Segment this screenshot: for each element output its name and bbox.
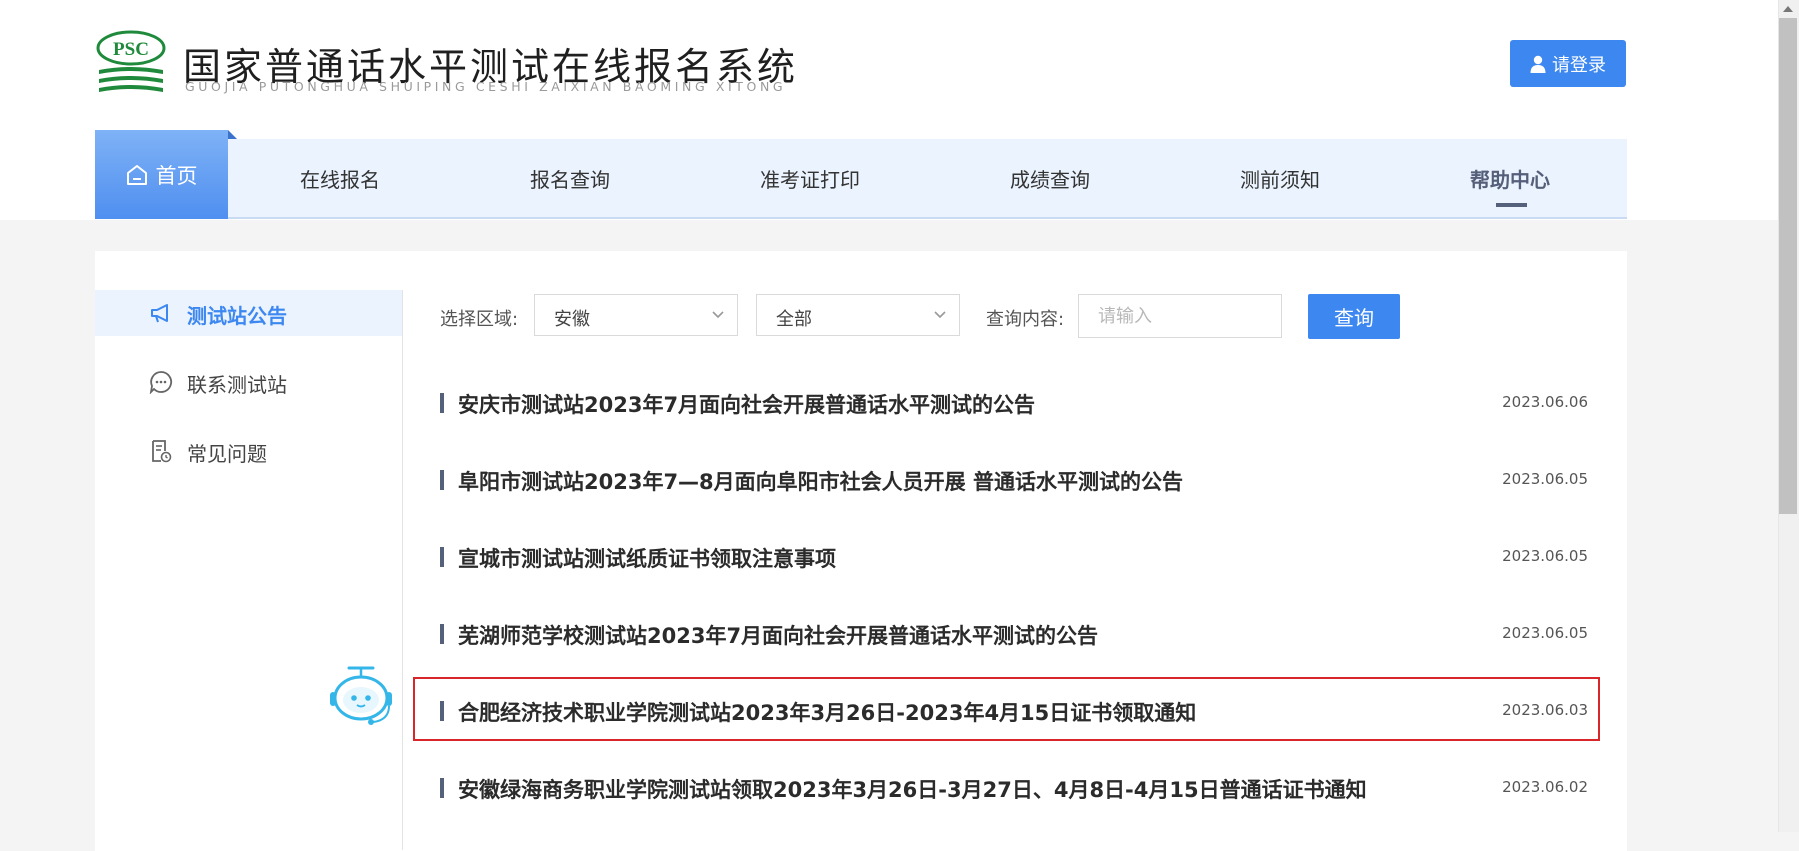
notice-date: 2023.06.05	[1502, 547, 1588, 565]
notice-title[interactable]: 芜湖师范学校测试站2023年7月面向社会开展普通话水平测试的公告	[458, 620, 1098, 650]
sidebar-item-faq[interactable]: 常见问题	[95, 428, 402, 474]
chevron-down-icon	[934, 311, 946, 319]
sidebar-divider	[402, 290, 403, 850]
notice-marker	[440, 470, 444, 490]
sidebar-item-label: 联系测试站	[187, 373, 287, 397]
query-input[interactable]	[1078, 294, 1282, 338]
notice-date: 2023.06.05	[1502, 624, 1588, 642]
nav-item-pretest-notes[interactable]: 测前须知	[1240, 139, 1320, 217]
robot-assistant-icon[interactable]	[327, 662, 395, 728]
notice-item-highlighted[interactable]: 合肥经济技术职业学院测试站2023年3月26日-2023年4月15日证书领取通知…	[440, 693, 1588, 733]
notice-item[interactable]: 安庆市测试站2023年7月面向社会开展普通话水平测试的公告 2023.06.06	[440, 385, 1588, 425]
notice-title[interactable]: 阜阳市测试站2023年7—8月面向阜阳市社会人员开展 普通话水平测试的公告	[458, 466, 1183, 496]
notice-date: 2023.06.05	[1502, 470, 1588, 488]
city-value: 全部	[776, 309, 812, 330]
nav-item-registration-query[interactable]: 报名查询	[530, 139, 610, 217]
notice-title[interactable]: 安庆市测试站2023年7月面向社会开展普通话水平测试的公告	[458, 389, 1035, 419]
notice-title[interactable]: 宣城市测试站测试纸质证书领取注意事项	[458, 543, 836, 573]
province-value: 安徽	[554, 309, 590, 330]
query-label: 查询内容:	[986, 309, 1065, 330]
site-pinyin: GUOJIA PUTONGHUA SHUIPING CESHI ZAIXIAN …	[185, 79, 787, 94]
sidebar-item-label: 测试站公告	[187, 304, 287, 328]
notice-title[interactable]: 安徽绿海商务职业学院测试站领取2023年3月26日-3月27日、4月8日-4月1…	[458, 774, 1367, 804]
user-icon	[1530, 55, 1546, 73]
nav-home-label: 首页	[155, 163, 198, 188]
sidebar-item-notices[interactable]: 测试站公告	[95, 290, 402, 336]
nav-home[interactable]: 首页	[95, 130, 237, 219]
sidebar-item-label: 常见问题	[187, 442, 267, 466]
login-button[interactable]: 请登录	[1510, 40, 1626, 87]
notice-item[interactable]: 阜阳市测试站2023年7—8月面向阜阳市社会人员开展 普通话水平测试的公告 20…	[440, 462, 1588, 502]
query-button[interactable]: 查询	[1308, 294, 1400, 339]
nav-item-admission-ticket[interactable]: 准考证打印	[760, 139, 860, 217]
notice-marker	[440, 547, 444, 567]
notice-date: 2023.06.03	[1502, 701, 1588, 719]
logo-text: PSC	[113, 39, 149, 60]
province-select[interactable]: 安徽	[534, 294, 738, 336]
notice-marker	[440, 624, 444, 644]
nav-active-indicator	[1496, 203, 1527, 207]
notice-marker	[440, 393, 444, 413]
notice-date: 2023.06.02	[1502, 778, 1588, 796]
city-select[interactable]: 全部	[756, 294, 960, 336]
chat-icon	[149, 371, 173, 394]
scrollbar-thumb[interactable]	[1779, 18, 1797, 514]
nav-item-score-query[interactable]: 成绩查询	[1010, 139, 1090, 217]
notice-marker	[440, 701, 444, 721]
login-label: 请登录	[1552, 54, 1606, 76]
psc-logo: PSC	[96, 30, 166, 92]
scroll-up-arrow-icon[interactable]	[1782, 4, 1794, 14]
megaphone-icon	[151, 304, 168, 323]
notice-date: 2023.06.06	[1502, 393, 1588, 411]
notice-item[interactable]: 安徽绿海商务职业学院测试站领取2023年3月26日-3月27日、4月8日-4月1…	[440, 770, 1588, 810]
document-clock-icon	[152, 440, 172, 463]
sidebar-item-contact[interactable]: 联系测试站	[95, 359, 402, 405]
notice-item[interactable]: 宣城市测试站测试纸质证书领取注意事项 2023.06.05	[440, 539, 1588, 579]
notice-title[interactable]: 合肥经济技术职业学院测试站2023年3月26日-2023年4月15日证书领取通知	[458, 697, 1196, 727]
home-icon	[126, 164, 147, 185]
region-label: 选择区域:	[440, 309, 519, 330]
chevron-down-icon	[712, 311, 724, 319]
notice-marker	[440, 778, 444, 798]
nav-item-online-registration[interactable]: 在线报名	[300, 139, 380, 217]
notice-item[interactable]: 芜湖师范学校测试站2023年7月面向社会开展普通话水平测试的公告 2023.06…	[440, 616, 1588, 656]
